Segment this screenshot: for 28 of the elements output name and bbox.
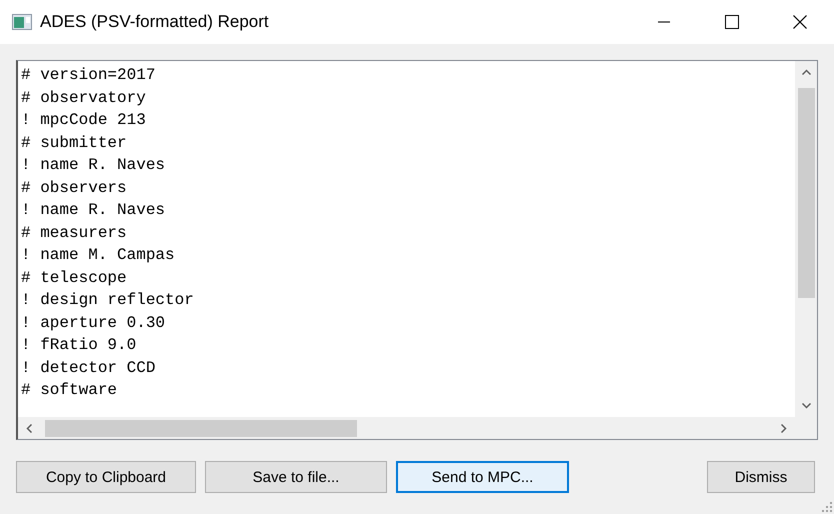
app-icon [12, 14, 32, 30]
vertical-scrollbar[interactable] [795, 61, 817, 417]
report-line: ! name M. Campas [21, 245, 175, 266]
maximize-icon[interactable] [725, 15, 739, 29]
copy-button[interactable]: Copy to Clipboard [16, 461, 196, 493]
report-line: # observers [21, 178, 127, 198]
report-line: # telescope [21, 268, 127, 288]
report-line: # version=2017 [21, 65, 156, 86]
send-button[interactable]: Send to MPC... [396, 461, 569, 493]
save-button[interactable]: Save to file... [205, 461, 387, 493]
report-line: ! design reflector [21, 290, 194, 311]
report-line: # observatory [21, 88, 146, 108]
report-line: ! mpcCode 213 [21, 110, 146, 131]
report-line: ! aperture 0.30 [21, 312, 166, 334]
report-line: ! detector CCD [21, 358, 156, 378]
horizontal-scrollbar[interactable] [18, 417, 795, 439]
report-line: # submitter [21, 132, 127, 154]
report-line: ! fRatio 9.0 [21, 335, 136, 356]
report-line: ! name R. Naves [21, 200, 166, 221]
dismiss-button[interactable]: Dismiss [707, 461, 815, 493]
window-title: ADES (PSV-formatted) Report [40, 12, 270, 32]
report-line: # measurers [21, 222, 127, 244]
resize-grip-icon[interactable] [822, 502, 832, 512]
minimize-icon[interactable] [658, 21, 670, 23]
report-line: ! name R. Naves [21, 155, 166, 176]
close-icon[interactable] [793, 15, 807, 29]
report-text-area[interactable] [16, 60, 818, 440]
report-line: # software [21, 380, 118, 401]
